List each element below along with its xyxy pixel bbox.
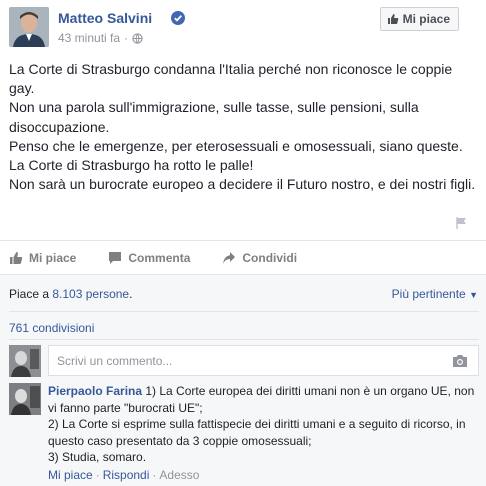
like-label: Mi piace: [29, 250, 77, 265]
share-label: Condividi: [242, 250, 298, 265]
thumbs-up-icon: [387, 14, 398, 24]
shares-count[interactable]: 761 condivisioni: [9, 321, 94, 335]
post-timestamp[interactable]: 43 minuti fa: [58, 31, 120, 45]
likes-summary: Piace a 8.103 persone.: [9, 287, 132, 301]
globe-icon[interactable]: [132, 33, 143, 44]
thumbs-up-icon: [10, 251, 23, 264]
likes-count[interactable]: 8.103 persone: [52, 287, 129, 301]
commenter-avatar[interactable]: [9, 383, 41, 415]
comment-sort-dropdown[interactable]: Più pertinente ▼: [392, 287, 478, 301]
post-action-bar: Mi piace Commenta Condividi: [0, 240, 486, 274]
post-text: La Corte di Strasburgo condanna l'Italia…: [9, 60, 481, 194]
post-paragraph: La Corte di Strasburgo ha rotto le palle…: [9, 157, 254, 174]
comment-input[interactable]: Scrivi un commento...: [48, 345, 479, 376]
likes-prefix: Piace a: [9, 287, 53, 301]
comment-actions: Mi piace · Rispondi · Adesso: [48, 467, 200, 482]
like-page-button[interactable]: Mi piace: [379, 7, 459, 31]
post-paragraph: Non una parola sull'immigrazione, sulle …: [9, 99, 419, 135]
author-avatar[interactable]: [9, 7, 49, 47]
post-header: Matteo Salvini 43 minuti fa · Mi piace: [9, 7, 479, 49]
likes-suffix: .: [129, 287, 133, 301]
comment-placeholder: Scrivi un commento...: [57, 354, 173, 368]
flag-icon[interactable]: [455, 216, 469, 230]
comment-line: 2) La Corte si esprime sulla fattispecie…: [48, 417, 466, 448]
post-paragraph: La Corte di Strasburgo condanna l'Italia…: [9, 61, 453, 97]
comment-timestamp[interactable]: Adesso: [159, 468, 199, 482]
comment-icon: [109, 251, 122, 264]
comment-content: Pierpaolo Farina 1) La Corte europea dei…: [48, 383, 478, 483]
like-page-label: Mi piace: [402, 12, 450, 26]
sort-label: Più pertinente: [391, 287, 466, 301]
post-paragraph: Non sarà un burocrate europeo a decidere…: [9, 176, 476, 193]
post-author-name[interactable]: Matteo Salvini: [58, 10, 152, 26]
share-icon: [223, 251, 236, 264]
comment-composer: Scrivi un commento...: [9, 345, 479, 377]
comment-reply-link[interactable]: Rispondi: [103, 468, 150, 482]
comment-author[interactable]: Pierpaolo Farina: [48, 384, 142, 398]
post-meta: 43 minuti fa ·: [58, 31, 143, 45]
feedback-section: Piace a 8.103 persone. Più pertinente ▼ …: [0, 274, 486, 486]
share-button[interactable]: Condividi: [222, 251, 297, 265]
chevron-down-icon: ▼: [469, 290, 478, 300]
like-button[interactable]: Mi piace: [9, 251, 76, 265]
comment-line: 3) Studia, somaro.: [48, 450, 147, 464]
comment-button[interactable]: Commenta: [108, 251, 190, 265]
verified-badge-icon: [171, 11, 185, 25]
camera-icon[interactable]: [452, 354, 468, 368]
post-paragraph: Penso che le emergenze, per eterosessual…: [9, 137, 463, 154]
divider: [9, 311, 479, 312]
comment-like-link[interactable]: Mi piace: [48, 468, 93, 482]
comment-label: Commenta: [128, 250, 191, 265]
viewer-avatar[interactable]: [9, 345, 41, 377]
divider: [9, 339, 479, 340]
